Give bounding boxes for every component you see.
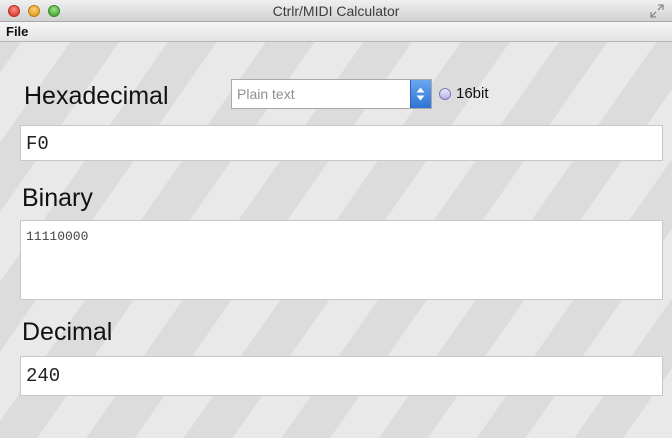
16bit-label[interactable]: 16bit xyxy=(456,85,489,102)
title-bar[interactable]: Ctrlr/MIDI Calculator xyxy=(0,0,672,22)
select-arrows-icon[interactable] xyxy=(410,80,431,108)
decimal-label: Decimal xyxy=(22,318,113,346)
fullscreen-icon[interactable] xyxy=(650,4,664,18)
binary-input[interactable]: 11110000 xyxy=(20,220,663,300)
binary-label: Binary xyxy=(22,184,93,212)
format-select-value: Plain text xyxy=(237,86,295,102)
format-select[interactable]: Plain text xyxy=(231,79,432,109)
hexadecimal-input[interactable]: F0 xyxy=(20,125,663,161)
window-title: Ctrlr/MIDI Calculator xyxy=(272,3,400,19)
calculator-window: Ctrlr/MIDI Calculator File Hexadecimal P… xyxy=(0,0,672,438)
hexadecimal-label: Hexadecimal xyxy=(24,82,169,110)
decimal-input[interactable]: 240 xyxy=(20,356,663,396)
menu-file[interactable]: File xyxy=(6,24,28,39)
calculator-panel: Hexadecimal Plain text 16bit F0 Binary 1… xyxy=(0,42,672,438)
16bit-radio[interactable] xyxy=(439,88,451,100)
menu-bar: File xyxy=(0,22,672,42)
